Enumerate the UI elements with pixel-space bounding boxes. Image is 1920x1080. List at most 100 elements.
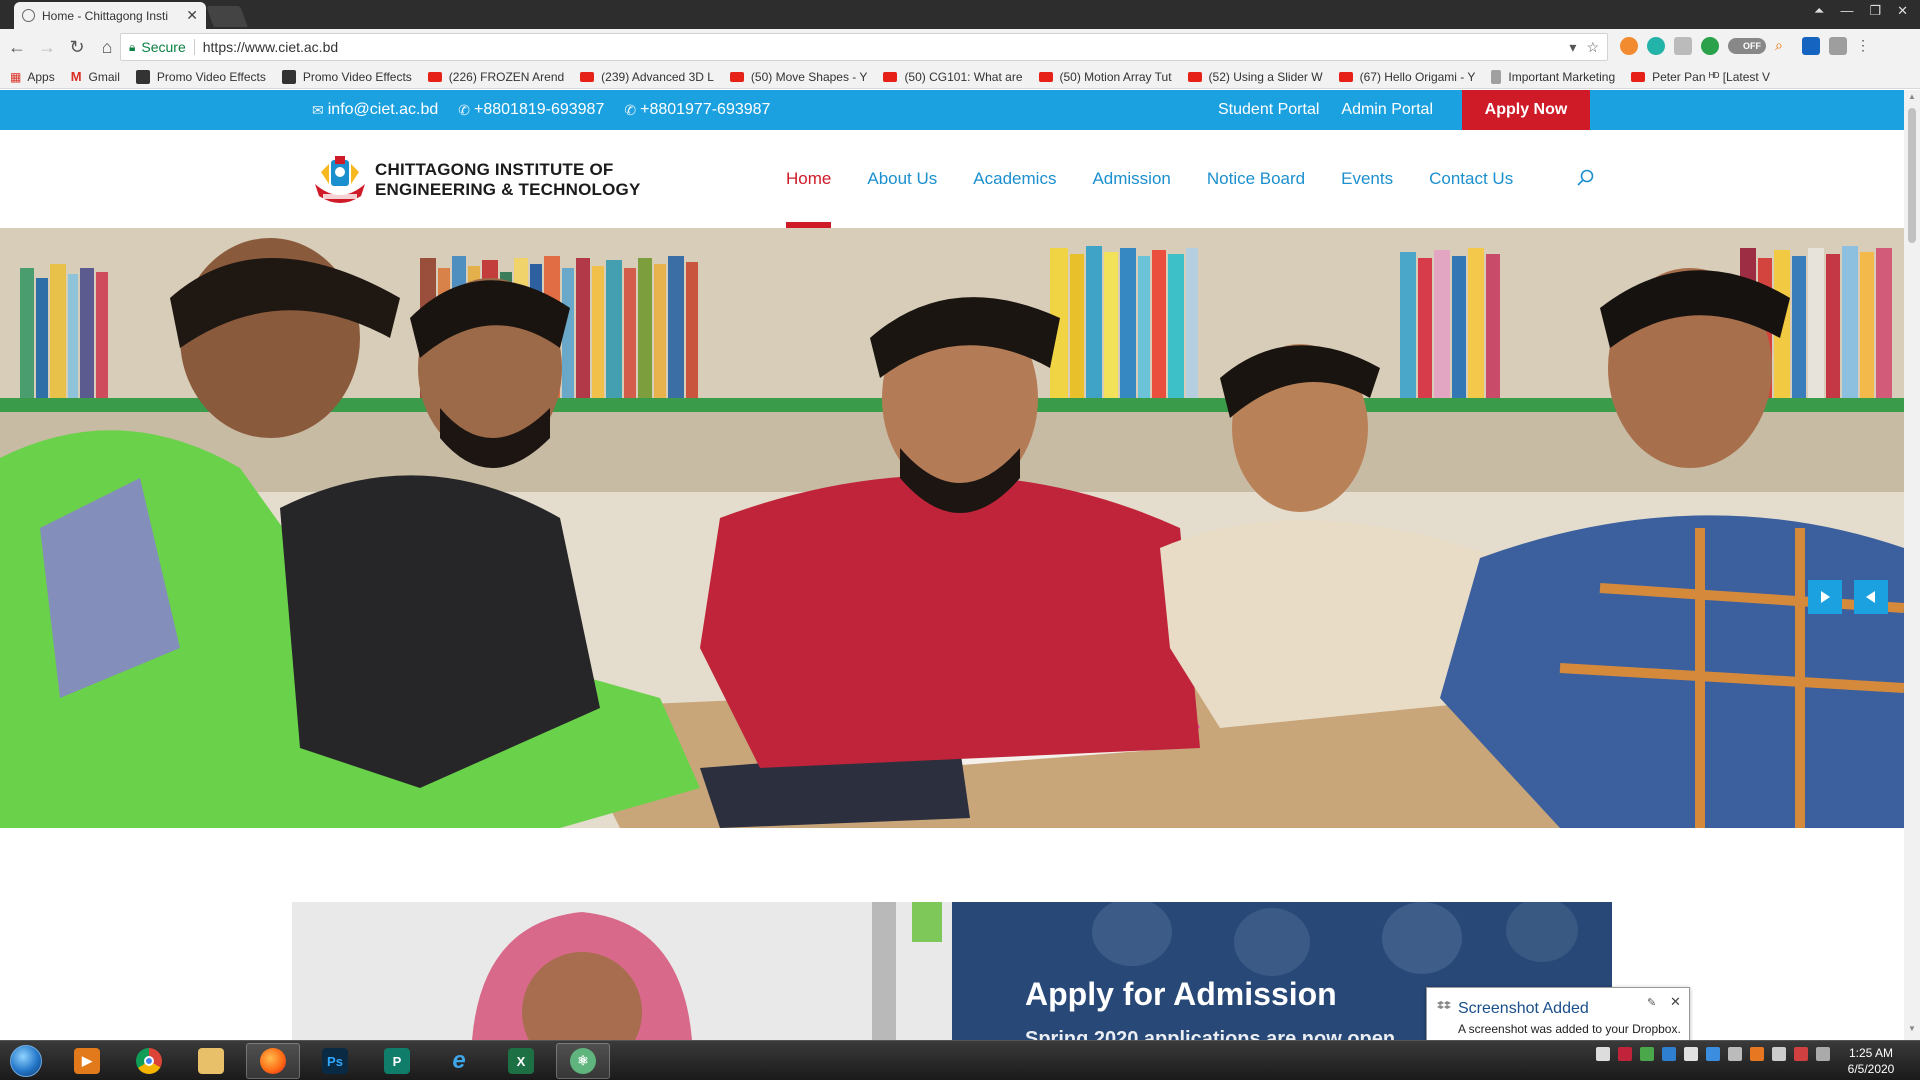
taskbar-photoshop[interactable]: Ps xyxy=(308,1043,362,1079)
phone-link-2[interactable]: ✆ +8801977-693987 xyxy=(624,101,770,119)
extension-icon-gray[interactable] xyxy=(1829,37,1847,55)
extension-icon[interactable] xyxy=(1620,37,1638,55)
bookmark-item[interactable]: Promo Video Effects xyxy=(135,69,266,84)
taskbar-excel[interactable]: X xyxy=(494,1043,548,1079)
new-tab-button[interactable] xyxy=(206,6,248,27)
taskbar-firefox[interactable] xyxy=(246,1043,300,1079)
tray-icon[interactable] xyxy=(1684,1047,1698,1061)
phone-link-1[interactable]: ✆ +8801819-693987 xyxy=(458,101,604,119)
nav-about-us[interactable]: About Us xyxy=(867,130,937,228)
tray-icon[interactable] xyxy=(1794,1047,1808,1061)
dropdown-icon[interactable]: ▾ xyxy=(1569,39,1576,56)
download-icon[interactable] xyxy=(1674,37,1692,55)
system-tray xyxy=(1596,1047,1830,1061)
nav-academics[interactable]: Academics xyxy=(973,130,1056,228)
reload-icon[interactable]: ↻ xyxy=(64,34,90,60)
taskbar-chrome[interactable] xyxy=(122,1043,176,1079)
bookmark-item[interactable]: (226) FROZEN Arend xyxy=(427,70,564,84)
browser-toolbar: ← → ↻ ⌂ 🔒︎ Secure https://www.ciet.ac.bd… xyxy=(0,29,1920,65)
menu-icon[interactable]: ⋮ xyxy=(1856,37,1870,55)
forward-icon[interactable]: → xyxy=(34,34,60,60)
page-scrollbar[interactable]: ▲ ▼ xyxy=(1904,90,1920,1040)
network-icon[interactable] xyxy=(1772,1047,1786,1061)
bookmark-item[interactable]: (50) Motion Array Tut xyxy=(1038,70,1172,84)
restore-icon[interactable]: ❐ xyxy=(1869,3,1881,19)
search-extension-icon[interactable]: ⌕ xyxy=(1775,37,1793,55)
volume-icon[interactable] xyxy=(1728,1047,1742,1061)
back-icon[interactable]: ← xyxy=(4,34,30,60)
bookmark-gmail[interactable]: M Gmail xyxy=(71,69,120,84)
lock-icon: 🔒︎ xyxy=(129,39,136,54)
url-text[interactable]: https://www.ciet.ac.bd xyxy=(203,39,338,55)
logo-text: CHITTAGONG INSTITUTE OF ENGINEERING & TE… xyxy=(375,160,641,199)
nav-contact-us[interactable]: Contact Us xyxy=(1429,130,1513,228)
settings-icon[interactable]: ✎ xyxy=(1647,996,1656,1009)
user-icon[interactable]: ⏶ xyxy=(1814,3,1824,19)
extension-toggle[interactable]: OFF xyxy=(1728,38,1766,54)
taskbar-media-player[interactable]: ▶ xyxy=(60,1043,114,1079)
bookmark-item[interactable]: (239) Advanced 3D L xyxy=(580,70,714,84)
youtube-icon xyxy=(1038,71,1053,82)
bookmark-item[interactable]: Promo Video Effects xyxy=(281,69,412,84)
minimize-icon[interactable]: — xyxy=(1840,3,1853,19)
bookmark-item[interactable]: (52) Using a Slider W xyxy=(1187,70,1323,84)
admin-portal-link[interactable]: Admin Portal xyxy=(1341,101,1433,119)
taskbar-atom[interactable]: ⚛ xyxy=(556,1043,610,1079)
dropbox-notification[interactable]: Screenshot Added A screenshot was added … xyxy=(1426,987,1690,1052)
tray-icon[interactable] xyxy=(1596,1047,1610,1061)
address-bar[interactable]: 🔒︎ Secure https://www.ciet.ac.bd ▾ ☆ xyxy=(120,33,1608,61)
notifications-extension-icon[interactable] xyxy=(1802,37,1820,55)
youtube-icon xyxy=(729,71,744,82)
dropbox-tray-icon[interactable] xyxy=(1662,1047,1676,1061)
nav-notice-board[interactable]: Notice Board xyxy=(1207,130,1305,228)
tray-icon[interactable] xyxy=(1706,1047,1720,1061)
admission-card-subtitle: Spring 2020 applications are now open xyxy=(1025,1028,1396,1040)
youtube-icon xyxy=(427,71,442,82)
taskbar-internet-explorer[interactable]: e xyxy=(432,1043,486,1079)
tray-icon[interactable] xyxy=(1618,1047,1632,1061)
system-clock[interactable]: 1:25 AM 6/5/2020 xyxy=(1836,1045,1906,1077)
apply-now-button[interactable]: Apply Now xyxy=(1462,90,1590,130)
nav-home[interactable]: Home xyxy=(786,130,832,228)
bookmark-apps[interactable]: ▦ Apps xyxy=(10,70,55,84)
start-button[interactable] xyxy=(6,1043,46,1079)
scroll-down-icon[interactable]: ▼ xyxy=(1908,1024,1916,1033)
notification-body: A screenshot was added to your Dropbox. xyxy=(1458,1022,1681,1036)
email-link[interactable]: ✉ info@ciet.ac.bd xyxy=(312,101,438,119)
scroll-thumb[interactable] xyxy=(1908,108,1916,243)
secure-label: Secure xyxy=(141,39,186,55)
bookmark-item[interactable]: (50) Move Shapes - Y xyxy=(729,70,867,84)
search-icon[interactable] xyxy=(1576,168,1596,188)
bookmark-item[interactable]: (67) Hello Origami - Y xyxy=(1338,70,1475,84)
tray-icon[interactable] xyxy=(1640,1047,1654,1061)
bookmark-item[interactable]: (50) CG101: What are xyxy=(883,70,1023,84)
slider-next-button[interactable] xyxy=(1808,580,1842,614)
site-logo[interactable]: CHITTAGONG INSTITUTE OF ENGINEERING & TE… xyxy=(311,154,641,206)
taskbar-publisher[interactable]: P xyxy=(370,1043,424,1079)
dropbox-icon xyxy=(1437,1001,1451,1009)
tab-close-icon[interactable]: ✕ xyxy=(186,7,198,24)
browser-tab-active[interactable]: Home - Chittagong Insti ✕ xyxy=(14,2,206,29)
headphones-icon[interactable] xyxy=(1647,37,1665,55)
bookmark-star-icon[interactable]: ☆ xyxy=(1586,39,1599,56)
page-viewport: ✉ info@ciet.ac.bd ✆ +8801819-693987 ✆ +8801… xyxy=(0,90,1904,1040)
home-icon[interactable]: ⌂ xyxy=(94,34,120,60)
student-portal-link[interactable]: Student Portal xyxy=(1218,101,1319,119)
bookmark-item[interactable]: Important Marketing xyxy=(1491,69,1615,84)
firefox-icon xyxy=(260,1048,286,1074)
close-window-icon[interactable]: ✕ xyxy=(1897,3,1908,19)
nav-events[interactable]: Events xyxy=(1341,130,1393,228)
slider-prev-button[interactable] xyxy=(1854,580,1888,614)
notification-close-icon[interactable]: ✕ xyxy=(1670,994,1681,1010)
phone-icon: ✆ xyxy=(624,101,637,118)
tray-icon[interactable] xyxy=(1750,1047,1764,1061)
bookmark-item[interactable]: Peter Pan ᴴᴰ [Latest V xyxy=(1631,70,1770,84)
nav-admission[interactable]: Admission xyxy=(1092,130,1170,228)
page-icon xyxy=(281,69,296,84)
scroll-up-icon[interactable]: ▲ xyxy=(1908,92,1916,101)
tray-icon[interactable] xyxy=(1816,1047,1830,1061)
youtube-icon xyxy=(1187,71,1202,82)
play-right-icon xyxy=(1821,591,1830,603)
power-icon[interactable] xyxy=(1701,37,1719,55)
taskbar-file-explorer[interactable] xyxy=(184,1043,238,1079)
